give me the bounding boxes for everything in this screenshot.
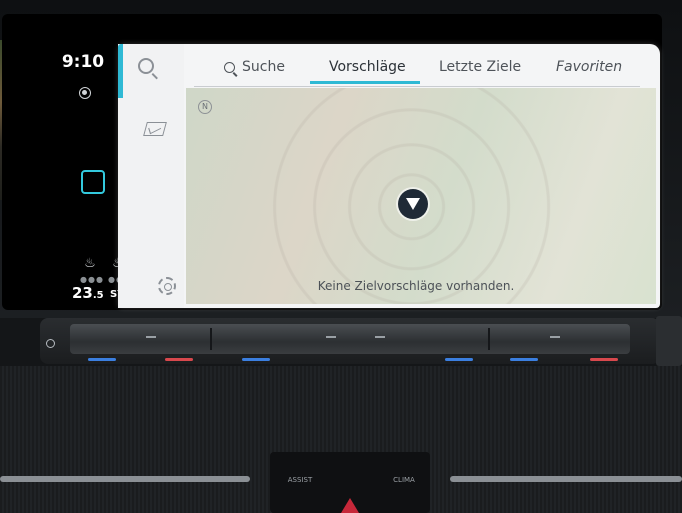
clima-button[interactable]: CLIMA (384, 476, 424, 484)
temperature-decimal: .5 (92, 290, 104, 301)
slider-tick (326, 336, 336, 338)
tab-letzte-ziele[interactable]: Letzte Ziele (439, 59, 521, 75)
air-vent-bar (450, 476, 682, 482)
temperature-led-blue (88, 358, 116, 361)
clock: 9:10 (61, 52, 105, 72)
compass-icon[interactable]: N (198, 100, 212, 114)
air-vent-bar (0, 476, 250, 482)
map-mode-icon[interactable] (143, 122, 167, 136)
position-marker-icon (398, 189, 428, 219)
active-tab-indicator (310, 81, 420, 84)
sidebar-active-indicator (118, 44, 123, 98)
temperature-led-blue (510, 358, 538, 361)
slider-divider (210, 328, 212, 350)
slider-tick (375, 336, 385, 338)
seat-heat-icon[interactable]: ♨ (82, 256, 98, 272)
gear-icon[interactable] (158, 277, 176, 295)
temperature-readout[interactable]: 23.5 (72, 284, 104, 302)
tab-search-icon (224, 62, 235, 73)
tab-favoriten[interactable]: Favoriten (556, 59, 622, 75)
temperature-led-blue (242, 358, 270, 361)
touch-slider-bar[interactable] (70, 324, 630, 354)
search-icon[interactable] (138, 58, 154, 74)
temperature-led-blue (445, 358, 473, 361)
no-suggestions-message: Keine Zielvorschläge vorhanden. (317, 279, 515, 293)
side-control (656, 316, 682, 366)
assist-button[interactable]: ASSIST (280, 476, 320, 484)
temperature-led-red (590, 358, 618, 361)
temperature-led-red (165, 358, 193, 361)
slider-tick (146, 336, 156, 338)
temperature-main: 23 (72, 284, 93, 302)
slider-divider (488, 328, 490, 350)
tab-suche[interactable]: Suche (242, 59, 285, 75)
power-icon[interactable] (46, 339, 55, 348)
globe-icon[interactable] (79, 87, 91, 99)
seat-heat-level-dots: ●●● (80, 275, 104, 284)
home-icon[interactable] (81, 170, 105, 194)
slider-tick (550, 336, 560, 338)
nav-sidebar (118, 44, 184, 308)
hazard-icon[interactable] (341, 498, 359, 513)
tab-vorschlaege[interactable]: Vorschläge (329, 59, 406, 75)
